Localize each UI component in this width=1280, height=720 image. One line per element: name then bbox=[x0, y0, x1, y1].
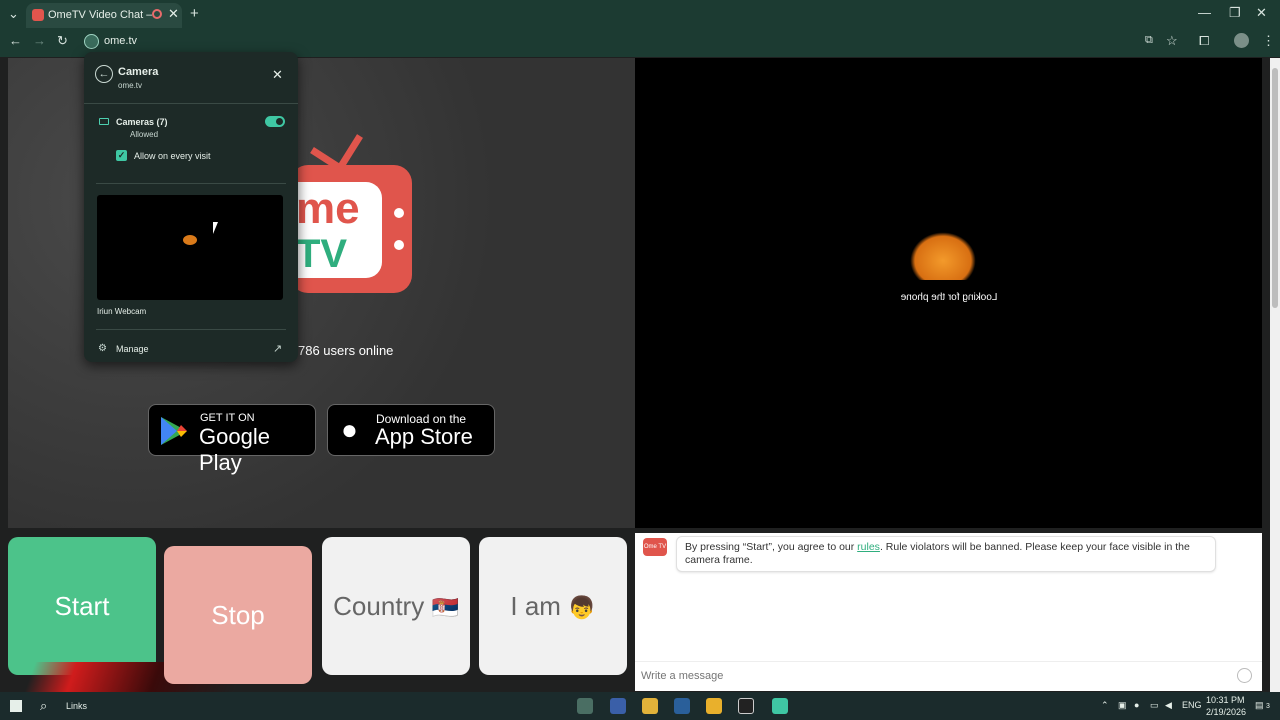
popup-divider bbox=[96, 329, 286, 330]
popup-site: ome.tv bbox=[118, 81, 143, 90]
google-play-big: Google Play bbox=[199, 424, 270, 475]
microphone-icon[interactable]: ● bbox=[1134, 700, 1139, 710]
clock-date[interactable]: 2/19/2026 bbox=[1206, 707, 1246, 717]
back-button[interactable]: ← bbox=[9, 33, 22, 48]
menu-icon[interactable]: ⋮ bbox=[1262, 33, 1275, 49]
allow-every-visit-checkbox[interactable]: ✓ bbox=[116, 150, 127, 161]
country-button[interactable]: Country 🇷🇸 bbox=[322, 537, 470, 675]
tab-bar: ⌄ OmeTV Video Chat — Ome ✕ + — ❐ ✕ bbox=[0, 0, 1280, 28]
extensions-icon[interactable]: ⧠ bbox=[1199, 33, 1209, 49]
loading-cat-image bbox=[910, 232, 976, 280]
page-scrollbar[interactable] bbox=[1270, 58, 1280, 692]
cameras-label: Cameras (7) bbox=[116, 117, 168, 127]
popup-divider bbox=[96, 183, 286, 184]
scrollbar-thumb[interactable] bbox=[1272, 68, 1278, 308]
start-button[interactable]: Start bbox=[8, 537, 156, 675]
tab-close-button[interactable]: ✕ bbox=[168, 6, 179, 22]
file-explorer-icon[interactable] bbox=[642, 698, 658, 714]
window-close-button[interactable]: ✕ bbox=[1256, 5, 1267, 21]
tray-chevron-icon[interactable]: ⌃ bbox=[1101, 700, 1109, 711]
google-play-button[interactable]: GET IT ON Google Play bbox=[148, 404, 316, 475]
serbia-flag-icon: 🇷🇸 bbox=[431, 595, 459, 620]
google-play-small: GET IT ON bbox=[200, 412, 255, 424]
cameras-status: Allowed bbox=[130, 130, 159, 139]
tray-app-icon[interactable]: ▣ bbox=[1118, 700, 1127, 711]
forward-button[interactable]: → bbox=[33, 33, 46, 48]
allow-every-visit-label: Allow on every visit bbox=[134, 151, 211, 161]
volume-icon[interactable]: ◀ bbox=[1165, 700, 1172, 711]
new-tab-button[interactable]: + bbox=[190, 5, 199, 22]
chrome-profile-icon[interactable] bbox=[610, 698, 626, 714]
taskbar: ⌕ Links ⌃ ▣ ● ▭ ◀ ENG 10:31 PM 2/19/2026… bbox=[0, 692, 1280, 720]
toggle-knob bbox=[276, 118, 283, 125]
search-icon[interactable]: ⌕ bbox=[40, 698, 47, 714]
ometv-favicon-icon bbox=[32, 9, 44, 21]
address-bar[interactable]: ome.tv bbox=[80, 32, 1140, 52]
mouse-cursor-icon bbox=[213, 222, 218, 234]
language-indicator[interactable]: ENG bbox=[1182, 700, 1202, 710]
tab-title: OmeTV Video Chat — Ome bbox=[48, 9, 152, 21]
chrome-icon[interactable] bbox=[577, 698, 593, 714]
logo-antenna bbox=[300, 130, 363, 171]
rules-link[interactable]: rules bbox=[857, 541, 880, 553]
logo-knob-bottom bbox=[394, 240, 404, 250]
message-input[interactable] bbox=[641, 668, 1221, 684]
popup-title: Camera bbox=[118, 66, 159, 78]
capcut-icon[interactable] bbox=[738, 698, 754, 714]
country-label: Country bbox=[333, 591, 425, 621]
app-icon-lightning[interactable] bbox=[706, 698, 722, 714]
open-external-icon[interactable]: ↗ bbox=[273, 342, 282, 355]
popup-close-button[interactable]: ✕ bbox=[272, 67, 283, 83]
url-text: ome.tv bbox=[104, 35, 138, 47]
recording-indicator-icon bbox=[152, 9, 162, 19]
notification-count: 3 bbox=[1266, 703, 1270, 710]
camera-preview bbox=[97, 195, 283, 300]
tab-search-icon[interactable]: ⌄ bbox=[8, 6, 19, 22]
logo-tv-text: TV bbox=[296, 232, 348, 276]
boy-emoji-icon: 👦 bbox=[568, 595, 596, 620]
windows-start-icon[interactable] bbox=[10, 700, 22, 712]
message-text-before: By pressing “Start”, you agree to our bbox=[685, 541, 858, 553]
site-info-icon[interactable] bbox=[84, 34, 99, 49]
camera-name: Iriun Webcam bbox=[97, 307, 147, 316]
camera-permission-toggle[interactable] bbox=[265, 116, 285, 127]
logo-me-text: me bbox=[296, 184, 360, 233]
stop-button[interactable]: Stop bbox=[164, 546, 312, 684]
gender-button[interactable]: I am 👦 bbox=[479, 537, 627, 675]
restore-button[interactable]: ❐ bbox=[1229, 5, 1241, 21]
camera-icon bbox=[99, 118, 109, 125]
camera-permission-popup: ← Camera ome.tv ✕ Cameras (7) Allowed ✓ … bbox=[84, 52, 298, 362]
google-play-icon bbox=[161, 417, 187, 445]
i-am-label: I am bbox=[510, 591, 561, 621]
steam-icon[interactable] bbox=[674, 698, 690, 714]
clock-time[interactable]: 10:31 PM bbox=[1206, 695, 1245, 705]
tab-ometv[interactable]: OmeTV Video Chat — Ome ✕ bbox=[26, 3, 182, 28]
minimize-button[interactable]: — bbox=[1198, 5, 1211, 20]
gear-icon: ⚙ bbox=[98, 343, 107, 354]
message-input-row bbox=[635, 661, 1262, 691]
popup-divider bbox=[84, 103, 298, 104]
manage-button[interactable]: Manage bbox=[116, 344, 149, 354]
emoji-picker-icon[interactable] bbox=[1237, 668, 1252, 683]
preview-cat-image bbox=[183, 235, 197, 245]
apple-icon: ● bbox=[341, 414, 358, 445]
ometv-chat-logo-icon: Ome TV bbox=[643, 538, 667, 556]
notification-icon[interactable]: ▤ bbox=[1255, 700, 1264, 711]
android-app-icon[interactable] bbox=[772, 698, 788, 714]
taskbar-search-label[interactable]: Links bbox=[66, 701, 87, 711]
app-store-button[interactable]: ● Download on the App Store bbox=[327, 404, 495, 456]
system-message: By pressing “Start”, you agree to our ru… bbox=[676, 536, 1216, 572]
star-icon[interactable]: ☆ bbox=[1166, 33, 1178, 49]
install-icon[interactable]: ⧉ bbox=[1145, 34, 1153, 47]
reload-button[interactable]: ↻ bbox=[57, 33, 68, 49]
looking-status-text: Looking for the phone bbox=[900, 292, 998, 303]
profile-icon[interactable] bbox=[1234, 33, 1249, 48]
network-icon[interactable]: ▭ bbox=[1150, 700, 1159, 711]
users-online-count: 786 users online bbox=[298, 343, 394, 358]
app-store-big: App Store bbox=[375, 424, 473, 449]
logo-knob-top bbox=[394, 208, 404, 218]
popup-back-button[interactable]: ← bbox=[95, 65, 113, 83]
